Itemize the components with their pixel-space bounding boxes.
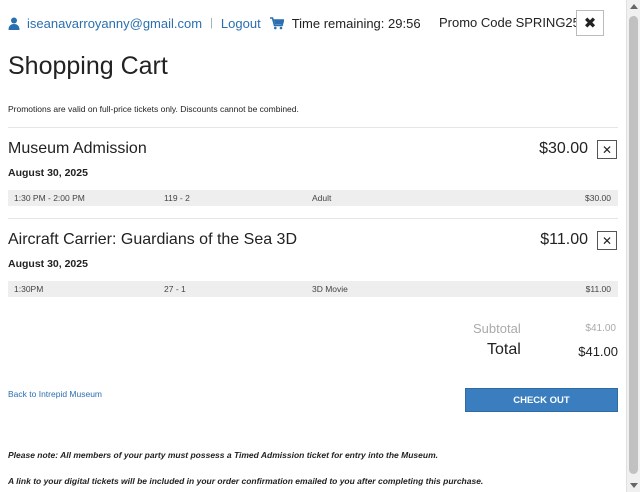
back-to-museum-link[interactable]: Back to Intrepid Museum [8,389,102,399]
item-detail-row: 1:30PM 27 - 1 3D Movie $11.00 [8,281,618,297]
detail-time: 1:30PM [14,284,44,294]
item-price: $30.00 [539,140,588,157]
account-email-link[interactable]: iseanavarroyanny@gmail.com [27,16,202,31]
detail-code: 27 - 1 [164,284,186,294]
remove-item-button[interactable]: ✕ [597,231,617,250]
scroll-up-arrow-icon[interactable] [630,4,638,9]
item-detail-row: 1:30 PM - 2:00 PM 119 - 2 Adult $30.00 [8,190,618,206]
total-value: $41.00 [578,344,618,359]
divider [8,218,618,219]
scroll-down-arrow-icon[interactable] [630,483,638,488]
divider [8,127,618,128]
separator: | [210,17,213,29]
shopping-cart-icon[interactable] [269,16,284,30]
detail-amount: $30.00 [585,193,611,203]
promo-code-label: Promo Code SPRING25 [439,15,580,30]
detail-type: 3D Movie [312,284,348,294]
shopping-cart-page: iseanavarroyanny@gmail.com | Logout Time… [0,0,626,492]
subtotal-label: Subtotal [473,321,521,336]
detail-time: 1:30 PM - 2:00 PM [14,193,85,203]
promotions-note: Promotions are valid on full-price ticke… [8,104,299,114]
detail-code: 119 - 2 [164,193,190,203]
scrollbar-thumb[interactable] [629,16,638,474]
user-icon [8,17,20,30]
total-label: Total [487,341,521,358]
checkout-button[interactable]: CHECK OUT [465,388,618,412]
item-date: August 30, 2025 [8,258,88,270]
account-bar: iseanavarroyanny@gmail.com | Logout Time… [8,12,421,34]
vertical-scrollbar[interactable] [626,0,640,492]
item-name: Aircraft Carrier: Guardians of the Sea 3… [8,231,298,248]
party-ticket-note: Please note: All members of your party m… [8,450,438,460]
detail-type: Adult [312,193,332,203]
logout-link[interactable]: Logout [221,16,261,31]
digital-ticket-note: A link to your digital tickets will be i… [8,476,484,486]
detail-amount: $11.00 [585,284,611,294]
item-name: Museum Admission [8,140,147,157]
time-remaining: Time remaining: 29:56 [291,15,421,31]
item-date: August 30, 2025 [8,167,88,179]
close-button[interactable]: ✖ [576,10,604,36]
page-title: Shopping Cart [8,52,168,80]
subtotal-value: $41.00 [585,323,616,334]
remove-item-button[interactable]: ✕ [597,140,617,159]
item-price: $11.00 [540,231,588,248]
